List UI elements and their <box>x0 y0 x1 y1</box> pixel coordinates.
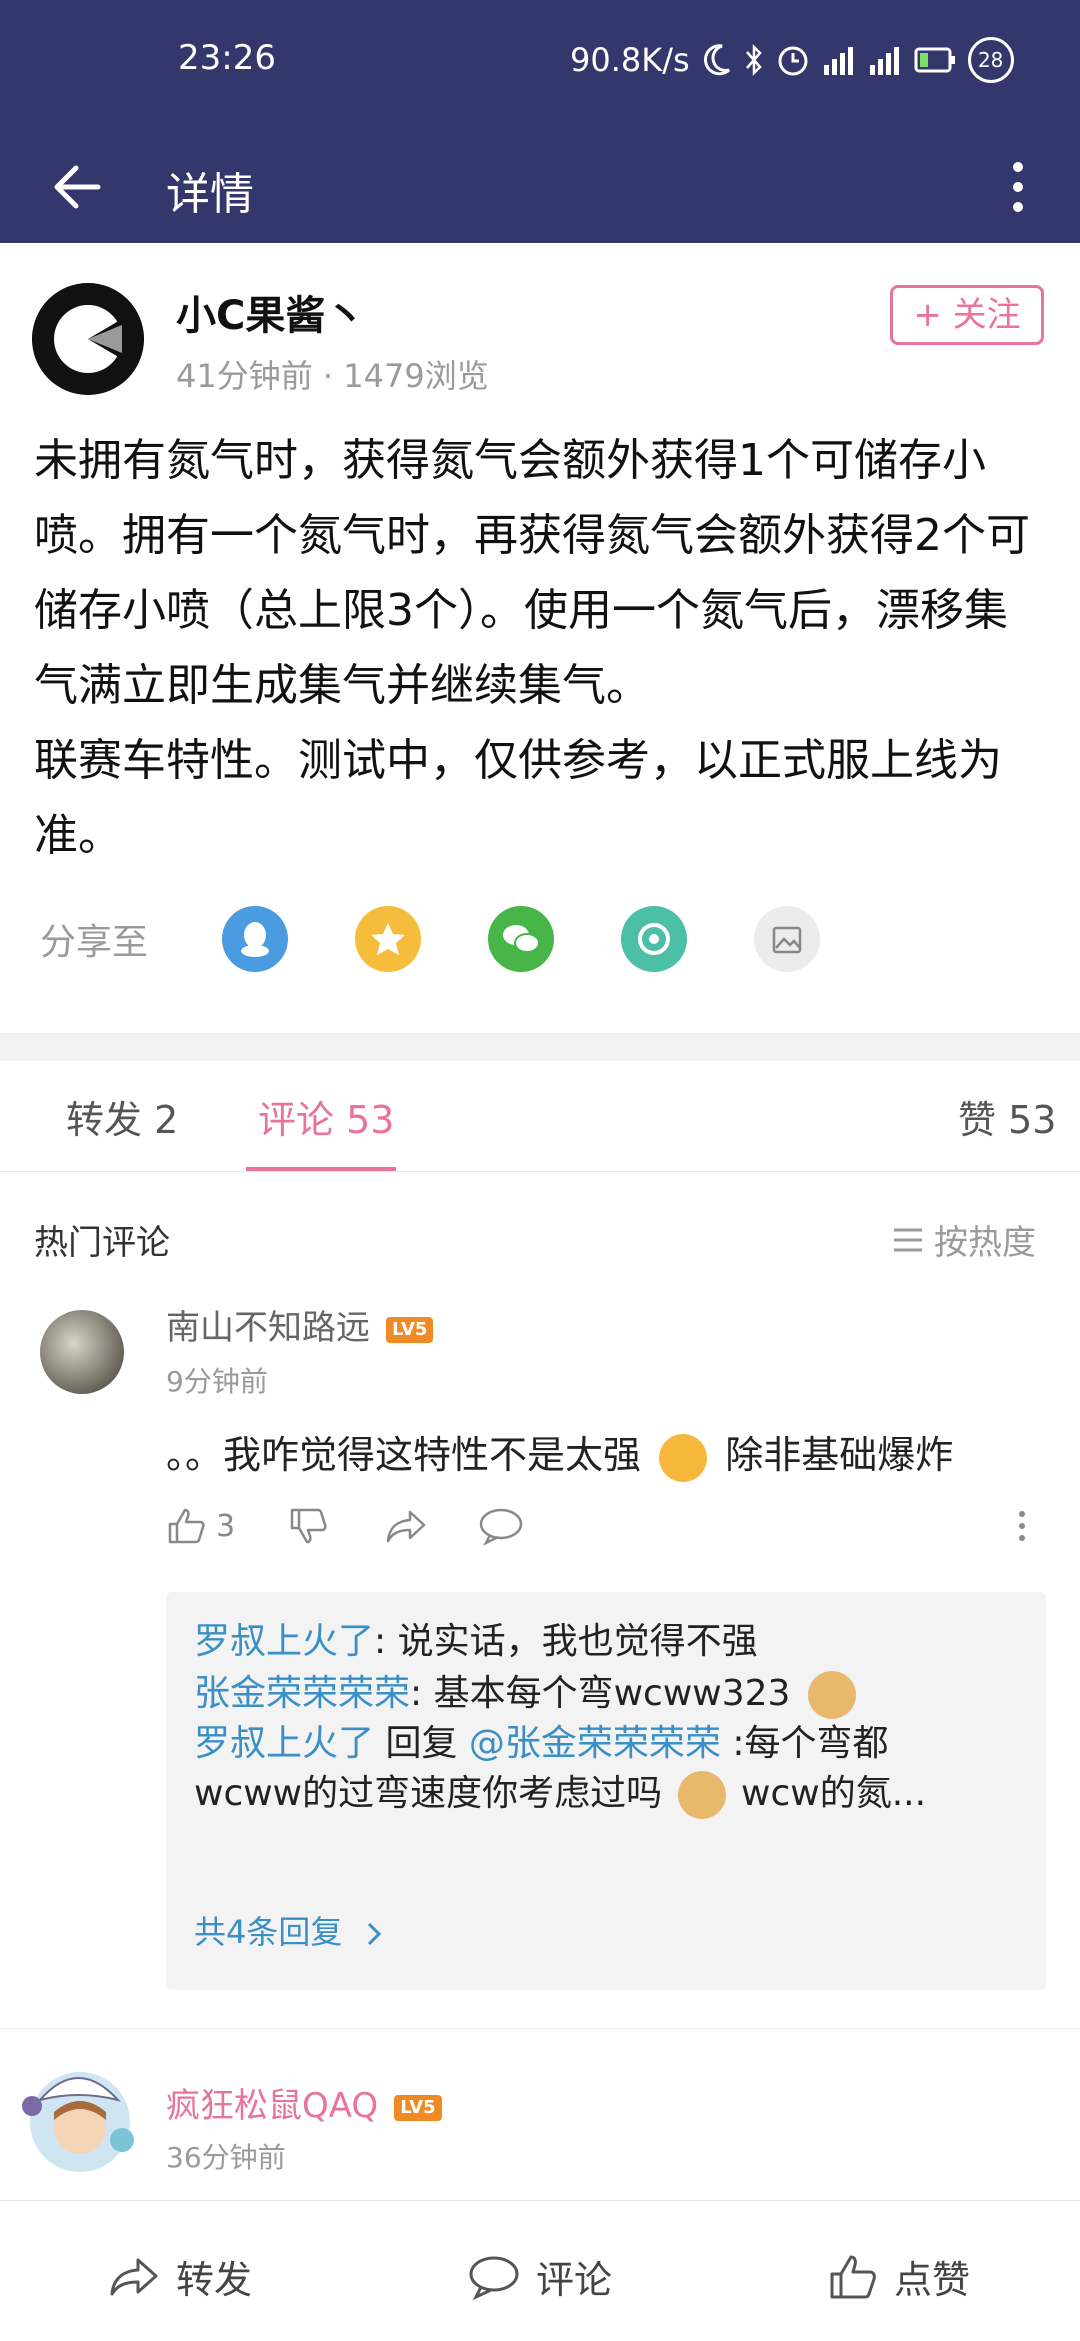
like-label: 点赞 <box>894 2258 971 2302</box>
tab-repost[interactable]: 转发 2 <box>66 1089 178 1144</box>
sort-lines-icon <box>894 1228 922 1251</box>
post-card: 小C果酱丶 41分钟前 · 1479浏览 + 关注 未拥有氮气时，获得氮气会额外… <box>0 243 1080 1033</box>
signal-icon <box>823 47 853 75</box>
reply-text-3: wcw的氮... <box>741 1773 927 1814</box>
comment-label: 评论 <box>536 2258 613 2302</box>
bottom-action-bar: 转发 评论 点赞 <box>0 2200 1080 2341</box>
commenter-avatar[interactable] <box>18 2060 136 2178</box>
sort-button[interactable]: 按热度 <box>892 1215 1036 1264</box>
reply-word: 回复 <box>374 1723 469 1764</box>
status-indicators: 90.8K/s 28 <box>570 36 1014 84</box>
reply-item-continued: wcww的过弯速度你考虑过吗 wcw的氮... <box>194 1764 926 1819</box>
more-vert-icon[interactable] <box>1000 152 1036 222</box>
thumbs-down-icon[interactable] <box>288 1506 328 1546</box>
tab-likes[interactable]: 赞 53 <box>958 1089 1056 1144</box>
sort-label: 按热度 <box>934 1223 1036 1263</box>
reply-item: 罗叔上火了 回复 @张金荣荣荣荣 :每个弯都 <box>194 1714 889 1766</box>
net-speed: 90.8K/s <box>570 41 690 79</box>
status-bar: 23:26 90.8K/s 28 <box>0 0 1080 130</box>
bluetooth-icon <box>745 43 762 77</box>
thumbs-up-icon <box>168 1508 205 1544</box>
tab-comments[interactable]: 评论 53 <box>258 1089 394 1144</box>
post-time: 41分钟前 <box>176 357 313 395</box>
comment-author-name[interactable]: 南山不知路远 <box>166 1308 370 1348</box>
thinking-emoji-icon <box>659 1433 708 1482</box>
author-avatar[interactable] <box>32 283 144 395</box>
gallery-icon[interactable] <box>754 906 820 972</box>
share-arrow-icon[interactable] <box>384 1506 428 1546</box>
comment-author[interactable]: 疯狂松鼠QAQ LV5 <box>166 2078 442 2127</box>
share-label: 分享至 <box>40 922 149 963</box>
comment-actions: 3 <box>162 1506 1042 1556</box>
active-tab-indicator <box>246 1167 396 1171</box>
comment-text-part1: 。。我咋觉得这特性不是太强 <box>166 1433 642 1477</box>
section-divider <box>0 1033 1080 1061</box>
battery-icon <box>914 47 955 73</box>
post-views: 1479浏览 <box>343 357 489 395</box>
post-meta: 41分钟前 · 1479浏览 <box>176 357 489 395</box>
comment-text-part2: 除非基础爆炸 <box>725 1433 954 1477</box>
comment-time: 9分钟前 <box>166 1365 268 1398</box>
comment-divider <box>0 2028 1080 2029</box>
reply-author[interactable]: 张金荣荣荣荣 <box>194 1673 410 1714</box>
commenter-avatar[interactable] <box>40 1310 124 1394</box>
app-bar: 详情 <box>0 130 1080 243</box>
moments-icon[interactable] <box>621 906 687 972</box>
moon-icon <box>703 44 730 76</box>
reply-text: : 基本每个弯wcww323 <box>410 1673 791 1714</box>
qq-icon[interactable] <box>222 906 288 972</box>
view-all-replies-link[interactable]: 共4条回复 <box>194 1907 385 1953</box>
more-replies-label: 共4条回复 <box>194 1913 343 1951</box>
author-name[interactable]: 小C果酱丶 <box>176 283 365 341</box>
doge-emoji-icon <box>677 1771 726 1819</box>
hot-comments-title: 热门评论 <box>34 1223 170 1263</box>
reply-author[interactable]: 罗叔上火了 <box>194 1723 374 1764</box>
share-row: 分享至 <box>40 905 887 973</box>
reply-text-2: wcww的过弯速度你考虑过吗 <box>194 1773 663 1814</box>
qzone-icon[interactable] <box>355 906 421 972</box>
comment-more-icon[interactable] <box>1014 1506 1030 1546</box>
level-badge: LV5 <box>394 2094 442 2121</box>
follow-button[interactable]: + 关注 <box>890 285 1044 345</box>
post-tabs: 转发 2 评论 53 赞 53 <box>0 1061 1080 1172</box>
chevron-right-icon <box>367 1922 381 1946</box>
thumbs-up-icon <box>830 2255 876 2298</box>
signal-icon-2 <box>869 47 899 75</box>
reply-text: :每个弯都 <box>720 1723 889 1764</box>
reply-author[interactable]: 罗叔上火了 <box>194 1621 374 1662</box>
level-badge: LV5 <box>386 1316 434 1343</box>
like-action[interactable]: 3 <box>166 1506 235 1546</box>
replies-box[interactable]: 罗叔上火了: 说实话，我也觉得不强 张金荣荣荣荣: 基本每个弯wcww323 罗… <box>166 1592 1046 1990</box>
comment-time: 36分钟前 <box>166 2141 286 2174</box>
share-arrow-icon <box>110 2258 158 2295</box>
comment-bubble-icon[interactable] <box>478 1506 524 1546</box>
reply-item: 罗叔上火了: 说实话，我也觉得不强 <box>194 1612 758 1664</box>
post-content: 未拥有氮气时，获得氮气会额外获得1个可储存小喷。拥有一个氮气时，再获得氮气会额外… <box>34 435 1030 861</box>
page-title: 详情 <box>166 169 254 220</box>
doge-emoji-icon <box>807 1671 856 1719</box>
status-time: 23:26 <box>178 38 276 78</box>
repost-button[interactable]: 转发 <box>108 2249 252 2304</box>
like-button[interactable]: 点赞 <box>828 2249 970 2304</box>
battery-level-badge: 28 <box>967 37 1014 83</box>
comment-author[interactable]: 南山不知路远 LV5 <box>166 1300 434 1349</box>
comment-text: 。。我咋觉得这特性不是太强 除非基础爆炸 <box>166 1424 953 1482</box>
comment-bubble-icon <box>469 2256 519 2300</box>
reply-mention[interactable]: @张金荣荣荣荣 <box>469 1723 721 1764</box>
back-arrow-icon[interactable] <box>50 160 104 214</box>
comment-author-name[interactable]: 疯狂松鼠QAQ <box>166 2086 378 2126</box>
reply-item: 张金荣荣荣荣: 基本每个弯wcww323 <box>194 1664 856 1719</box>
repost-label: 转发 <box>176 2258 253 2302</box>
alarm-icon <box>778 46 808 76</box>
like-count: 3 <box>216 1508 236 1544</box>
wechat-icon[interactable] <box>488 906 554 972</box>
reply-text: : 说实话，我也觉得不强 <box>374 1621 758 1662</box>
comment-button[interactable]: 评论 <box>468 2249 612 2304</box>
